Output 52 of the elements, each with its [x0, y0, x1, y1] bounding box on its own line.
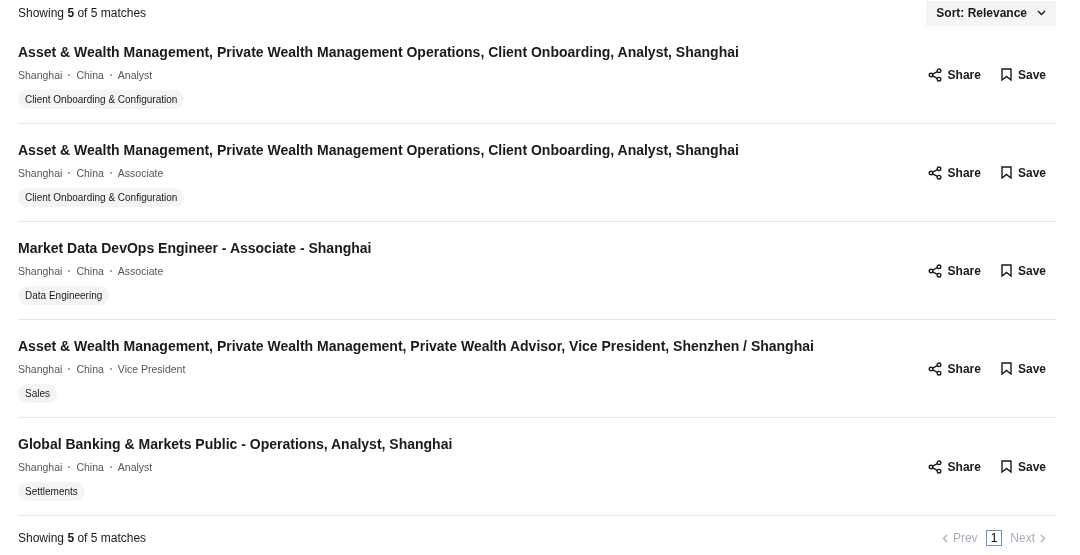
job-meta: China: [76, 167, 104, 179]
page-button[interactable]: 1: [985, 530, 1003, 546]
job-meta: China: [76, 363, 104, 375]
save-button[interactable]: Save: [1000, 361, 1046, 376]
job-title-link[interactable]: Asset & Wealth Management, Private Wealth Management, Private Wealth Advisor, Vice President, Shenzhen / Shanghai: [18, 338, 814, 354]
share-icon: [927, 361, 942, 376]
sort-dropdown[interactable]: Sort: Relevance: [926, 0, 1056, 26]
job-meta: China: [76, 265, 104, 277]
category-tag: Sales: [18, 384, 57, 403]
job-meta: Vice President: [117, 363, 186, 375]
share-icon: [927, 263, 942, 278]
share-button[interactable]: Share: [927, 165, 981, 180]
chevron-icon: [941, 533, 948, 543]
bookmark-icon: [1000, 362, 1012, 375]
category-tag: Client Onboarding & Configuration: [18, 188, 185, 207]
save-button[interactable]: Save: [1000, 263, 1046, 278]
share-icon: [927, 459, 942, 474]
job-title-link[interactable]: Global Banking & Markets Public - Operations, Analyst, Shanghai: [18, 436, 453, 452]
share-icon: [927, 67, 942, 82]
share-button[interactable]: Share: [927, 263, 981, 278]
job-meta: Analyst: [117, 461, 153, 473]
job-meta: Associate: [117, 265, 164, 277]
job-title-link[interactable]: Asset & Wealth Management, Private Wealth Management Operations, Client Onboarding, Analyst, Shanghai: [18, 44, 739, 60]
job-meta: China: [76, 69, 104, 81]
job-meta: Shanghai: [18, 167, 63, 179]
save-button[interactable]: Save: [1000, 459, 1046, 474]
bookmark-icon: [1000, 166, 1012, 179]
results-count: Showing 5 of 5 matches: [18, 531, 147, 545]
job-meta: Shanghai: [18, 265, 63, 277]
caret-icon: [1037, 9, 1046, 16]
share-button[interactable]: Share: [927, 459, 981, 474]
job-title-link[interactable]: Market Data DevOps Engineer - Associate - Shanghai: [18, 240, 372, 256]
chevron-icon: [1040, 533, 1046, 543]
bookmark-icon: [1000, 460, 1012, 473]
category-tag: Client Onboarding & Configuration: [18, 90, 185, 109]
bookmark-icon: [1000, 264, 1012, 277]
job-meta: Associate: [117, 167, 164, 179]
results-count: Showing 5 of 5 matches: [18, 6, 147, 20]
job-meta: Shanghai: [18, 461, 63, 473]
bookmark-icon: [1000, 68, 1012, 81]
share-button[interactable]: Share: [927, 67, 981, 82]
job-title-link[interactable]: Asset & Wealth Management, Private Wealth Management Operations, Client Onboarding, Analyst, Shanghai: [18, 142, 739, 158]
save-button[interactable]: Save: [1000, 67, 1046, 82]
job-meta: Shanghai: [18, 69, 63, 81]
category-tag: Data Engineering: [18, 286, 110, 305]
share-icon: [927, 165, 942, 180]
category-tag: Settlements: [18, 482, 85, 501]
share-button[interactable]: Share: [927, 361, 981, 376]
job-meta: Shanghai: [18, 363, 63, 375]
save-button[interactable]: Save: [1000, 165, 1046, 180]
job-meta: China: [76, 461, 104, 473]
job-meta: Analyst: [117, 69, 153, 81]
